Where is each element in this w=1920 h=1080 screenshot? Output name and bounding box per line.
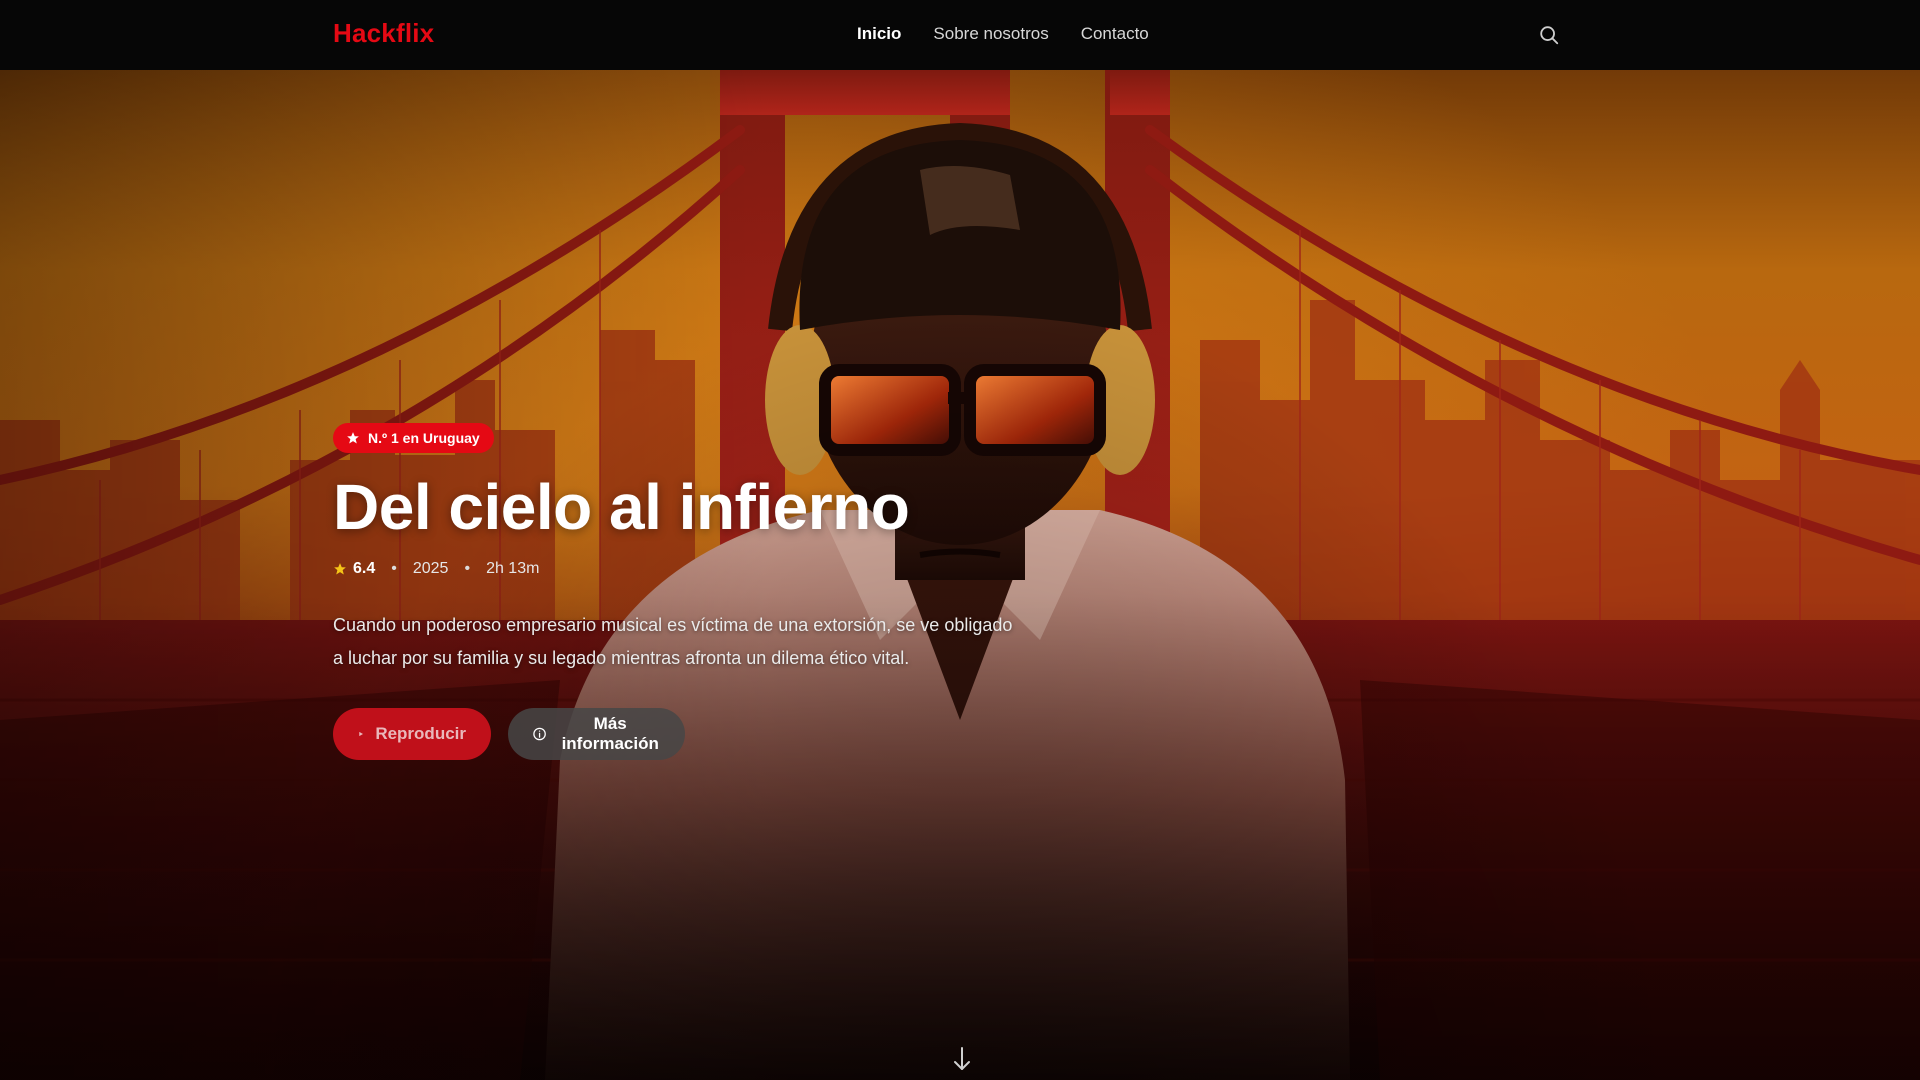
nav-link-inicio[interactable]: Inicio: [857, 24, 901, 44]
meta-separator: •: [464, 560, 471, 577]
more-info-button[interactable]: Más información: [508, 708, 686, 760]
nav-link-sobre-nosotros[interactable]: Sobre nosotros: [933, 24, 1048, 44]
badge-label: N.º 1 en Uruguay: [368, 430, 480, 446]
rating: 6.4: [333, 560, 375, 578]
top-navbar: Hackflix Inicio Sobre nosotros Contacto: [0, 0, 1920, 70]
star-icon: [334, 563, 346, 575]
star-icon: [347, 432, 359, 444]
rating-value: 6.4: [353, 560, 376, 577]
duration: 2h 13m: [486, 560, 540, 577]
hero-title: Del cielo al infierno: [333, 471, 910, 543]
meta-separator: •: [391, 560, 397, 577]
hero-meta: 6.4 • 2025 • 2h 13m: [333, 560, 539, 578]
release-year: 2025: [412, 560, 449, 577]
hero-content: N.º 1 en Uruguay Del cielo al infierno 6…: [333, 423, 1012, 760]
more-info-button-label: Más información: [561, 714, 659, 753]
nav-link-contacto[interactable]: Contacto: [1081, 24, 1149, 44]
nav-links: Inicio Sobre nosotros Contacto: [857, 24, 1149, 44]
hero-background-image: [0, 0, 1920, 1080]
play-icon: [359, 731, 364, 737]
brand-logo[interactable]: Hackflix: [333, 18, 434, 49]
top-rank-badge: N.º 1 en Uruguay: [333, 423, 494, 453]
page: Hackflix Inicio Sobre nosotros Contacto …: [0, 0, 1920, 1080]
hero-actions: Reproducir Más información: [333, 708, 686, 760]
hero-description: Cuando un poderoso empresario musical es…: [333, 615, 1013, 668]
search-icon[interactable]: [1538, 24, 1560, 46]
info-icon: [533, 727, 546, 741]
play-button[interactable]: Reproducir: [333, 708, 491, 760]
arrow-down-icon[interactable]: [950, 1045, 974, 1073]
play-button-label: Reproducir: [375, 724, 466, 743]
